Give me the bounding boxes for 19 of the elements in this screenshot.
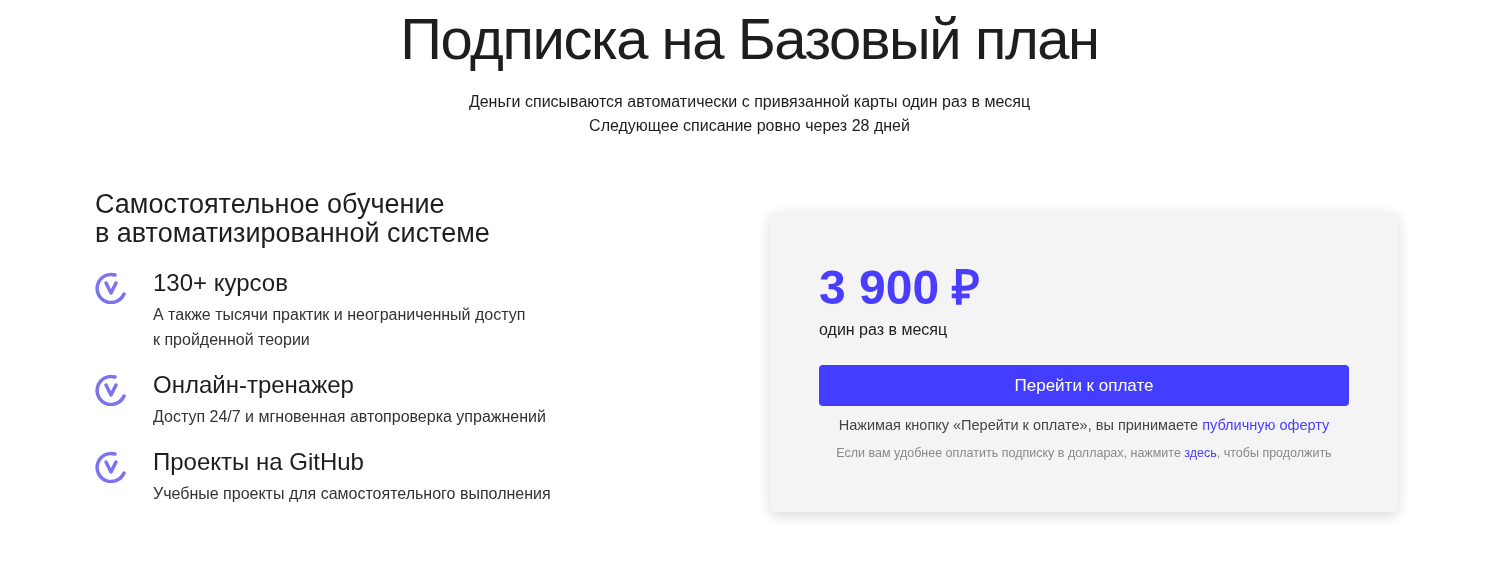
price-period: один раз в месяц — [819, 320, 949, 340]
price: 3 900 ₽ — [819, 260, 982, 316]
feature-title: Проекты на GitHub — [153, 447, 365, 477]
feature-description: Учебные проекты для самостоятельного выполнения — [153, 484, 551, 504]
pay-button[interactable]: Перейти к оплате — [819, 365, 1349, 406]
note-text: Нажимая кнопку «Перейти к оплате», вы принимаете публичную оферту — [837, 416, 1331, 435]
note-text: Если вам удобнее оплатить подписку в долларах, нажмите здесь, чтобы продолжить — [835, 444, 1333, 462]
check-circle-icon — [95, 272, 129, 304]
section-heading: Самостоятельное обучение в автоматизированной системе — [95, 190, 491, 248]
link[interactable]: публичную оферту — [1202, 417, 1330, 433]
subtitle-text: Следующее списание ровно через 28 дней — [589, 116, 910, 136]
feature-description: Доступ 24/7 и мгновенная автопроверка упражнений — [153, 407, 546, 427]
check-circle-icon — [95, 374, 129, 406]
feature-description: А также тысячи практик и неограниченный доступ к пройденной теории — [153, 305, 526, 350]
subtitle-text: Деньги списываются автоматически с привязанной карты один раз в месяц — [468, 92, 1031, 112]
feature-title: 130+ курсов — [153, 268, 289, 298]
check-circle-icon — [95, 451, 129, 483]
link[interactable]: здесь — [1184, 445, 1217, 460]
feature-title: Онлайн-тренажер — [153, 370, 355, 400]
